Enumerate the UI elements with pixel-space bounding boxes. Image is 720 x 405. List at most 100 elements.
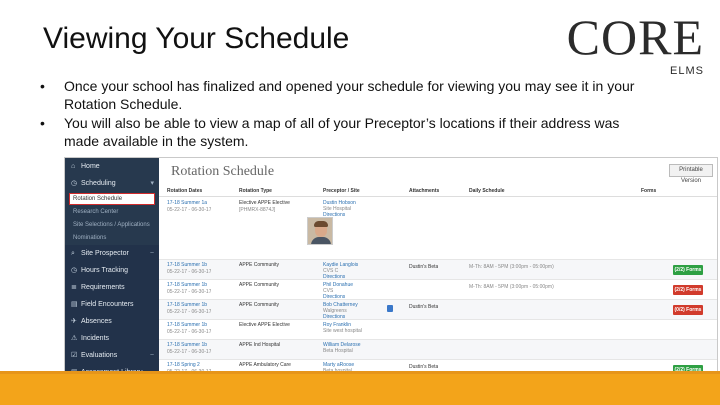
expand-caret-icon[interactable]: ▾ [150, 175, 154, 192]
sidebar-item-label: Hours Tracking [81, 267, 129, 274]
rotation-type: APPE Community [239, 262, 280, 268]
rotation-date[interactable]: 17-18 Summer 1b [167, 302, 207, 308]
sidebar-item-label: Home [81, 163, 100, 170]
sidebar-item-evaluations[interactable]: ☑ Evaluations − [65, 347, 159, 364]
rotation-range: 05-22-17 - 06-30-17 [167, 207, 212, 213]
sidebar-item-absences[interactable]: ✈ Absences [65, 313, 159, 330]
sidebar-item-label: Nominations [73, 235, 107, 241]
rotation-date[interactable]: 17-18 Summer 1b [167, 342, 207, 348]
forms-badge-button[interactable]: (2/2) Forms [673, 265, 703, 275]
site-name: Site west hospital [323, 328, 362, 334]
rotation-date[interactable]: 17-18 Summer 1b [167, 282, 207, 288]
rotation-type: Elective APPE Elective [239, 200, 290, 206]
expand-caret-icon[interactable]: − [150, 245, 154, 262]
sidebar-item-requirements[interactable]: ≣ Requirements [65, 279, 159, 296]
sidebar-item-incidents[interactable]: ⚠ Incidents [65, 330, 159, 347]
column-header: Daily Schedule [469, 188, 505, 194]
bullet-item: • Once your school has finalized and ope… [40, 77, 650, 113]
sidebar-item-site-selections-applications[interactable]: Site Selections / Applications [65, 219, 159, 232]
column-header: Rotation Dates [167, 188, 203, 194]
table-header: Rotation Dates Rotation Type Preceptor / S… [159, 185, 717, 197]
table-row[interactable]: 17-18 Summer 1b 05-22-17 - 06-30-17 APPE C… [159, 280, 717, 300]
rotation-date[interactable]: 17-18 Summer 1b [167, 322, 207, 328]
rotation-type: APPE Community [239, 282, 280, 288]
rotation-type: Elective APPE Elective [239, 322, 290, 328]
app-screenshot: ⌂ Home ◷ Scheduling ▾ Rotation Schedule Resear… [64, 157, 718, 392]
rotation-type: APPE Ind Hospital [239, 342, 281, 348]
rotation-date[interactable]: 17-18 Spring 2 [167, 362, 200, 368]
rotation-type: APPE Ambulatory Care [239, 362, 291, 368]
column-header: Preceptor / Site [323, 188, 360, 194]
rotation-range: 05-22-17 - 06-30-17 [167, 289, 212, 295]
sidebar-item-label: Research Center [73, 209, 119, 215]
sidebar-item-hours-tracking[interactable]: ◷ Hours Tracking [65, 262, 159, 279]
search-icon: ⌕ [71, 250, 75, 257]
clock-icon: ◷ [71, 180, 78, 187]
footer-accent-bar [0, 371, 720, 405]
sidebar: ⌂ Home ◷ Scheduling ▾ Rotation Schedule Resear… [65, 158, 159, 391]
sidebar-item-label: Site Selections / Applications [73, 222, 150, 228]
main-content: Rotation Schedule Printable Version Rota… [159, 158, 717, 391]
check-icon: ☑ [71, 352, 78, 359]
sidebar-item-label: Field Encounters [81, 301, 134, 308]
logo-subtext: ELMS [670, 65, 704, 77]
preceptor-photo [307, 217, 333, 245]
column-header: Forms [641, 188, 657, 194]
sidebar-item-home[interactable]: ⌂ Home [65, 158, 159, 175]
daily-schedule: M-Th: 8AM - 5PM (3:00pm - 05:00pm) [469, 284, 554, 290]
slide-title: Viewing Your Schedule [43, 22, 350, 55]
rotation-date[interactable]: 17-18 Summer 1b [167, 262, 207, 268]
bullet-text: You will also be able to view a map of a… [64, 115, 620, 149]
forms-badge-button[interactable]: (2/2) Forms [673, 285, 703, 295]
sidebar-item-site-prospector[interactable]: ⌕ Site Prospector − [65, 245, 159, 262]
attachment-name[interactable]: Dustin's Beta [409, 304, 438, 310]
table-row[interactable]: 17-18 Summer 1b 05-22-17 - 06-30-17 APPE C… [159, 300, 717, 320]
rotation-type: APPE Community [239, 302, 280, 308]
rotation-type-code: [PHMRX-8874J] [239, 207, 276, 213]
page-title: Rotation Schedule [171, 164, 275, 179]
sidebar-item-research-center[interactable]: Research Center [65, 206, 159, 219]
table-row[interactable]: 17-18 Summer 1b 05-22-17 - 06-30-17 APPE I… [159, 340, 717, 360]
plane-icon: ✈ [71, 318, 77, 325]
sidebar-item-label: Rotation Schedule [73, 196, 123, 202]
rotation-date[interactable]: 17-18 Summer 1a [167, 200, 207, 206]
logo-wordmark: CORE [566, 9, 704, 65]
sidebar-item-label: Evaluations [81, 352, 118, 359]
rotation-range: 05-22-17 - 06-30-17 [167, 269, 212, 275]
sidebar-item-field-encounters[interactable]: ▤ Field Encounters [65, 296, 159, 313]
sidebar-item-rotation-schedule[interactable]: Rotation Schedule [69, 193, 155, 205]
expand-caret-icon[interactable]: − [150, 347, 154, 364]
sidebar-item-label: Scheduling [81, 180, 116, 187]
column-header: Attachments [409, 188, 440, 194]
clipboard-icon: ▤ [71, 301, 78, 308]
flag-icon[interactable] [387, 305, 393, 312]
bullet-dot: • [40, 78, 45, 94]
bullet-item: • You will also be able to view a map of… [40, 114, 650, 150]
daily-schedule: M-Th: 8AM - 5PM (3:00pm - 05:00pm) [469, 264, 554, 270]
rotation-range: 05-22-17 - 06-30-17 [167, 309, 212, 315]
sidebar-item-label: Absences [81, 318, 112, 325]
alert-icon: ⚠ [71, 335, 78, 342]
rotation-range: 05-22-17 - 06-30-17 [167, 329, 212, 335]
sidebar-item-scheduling[interactable]: ◷ Scheduling ▾ [65, 175, 159, 192]
list-icon: ≣ [71, 284, 77, 291]
clock-icon: ◷ [71, 267, 78, 274]
table-row[interactable]: 17-18 Summer 1a 05-22-17 - 06-30-17 Electi… [159, 198, 717, 260]
forms-badge-button[interactable]: (0/2) Forms [673, 305, 703, 315]
rotation-range: 05-22-17 - 06-30-17 [167, 349, 212, 355]
table-row[interactable]: 17-18 Summer 1b 05-22-17 - 06-30-17 Electi… [159, 320, 717, 340]
bullet-dot: • [40, 115, 45, 131]
attachment-name[interactable]: Dustin's Beta [409, 364, 438, 370]
sidebar-item-nominations[interactable]: Nominations [65, 232, 159, 245]
attachment-name[interactable]: Dustin's Beta [409, 264, 438, 270]
printable-version-button[interactable]: Printable Version [669, 164, 713, 184]
sidebar-item-label: Incidents [81, 335, 110, 342]
bullet-list: • Once your school has finalized and ope… [40, 77, 650, 151]
table-row[interactable]: 17-18 Summer 1b 05-22-17 - 06-30-17 APPE C… [159, 260, 717, 280]
sidebar-item-label: Requirements [81, 284, 125, 291]
core-elms-logo: CORE ELMS [566, 9, 708, 80]
bullet-text: Once your school has finalized and opene… [64, 78, 635, 112]
column-header: Rotation Type [239, 188, 272, 194]
home-icon: ⌂ [71, 163, 76, 170]
sidebar-item-label: Site Prospector [81, 250, 129, 257]
